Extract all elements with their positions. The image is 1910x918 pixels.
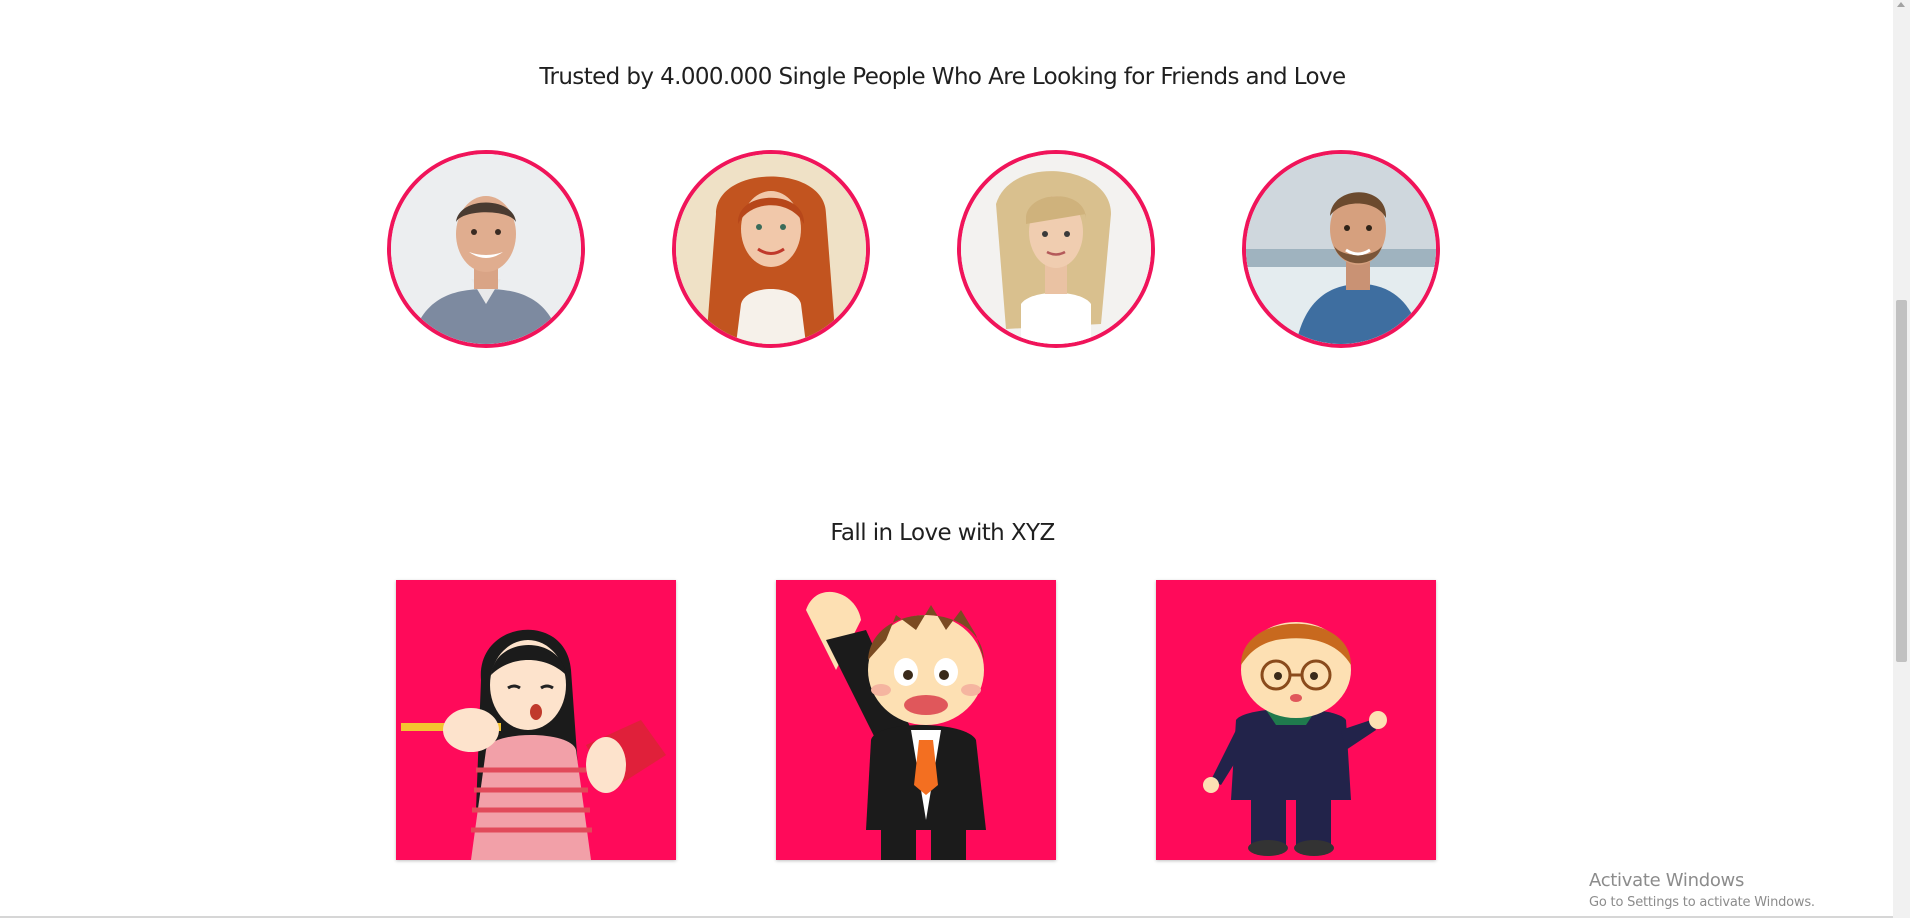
man-smiling-photo-icon	[391, 154, 581, 344]
member-avatar-1[interactable]	[387, 150, 585, 348]
member-avatar-3[interactable]	[957, 150, 1155, 348]
watermark-title: Activate Windows	[1589, 870, 1745, 891]
love-section-title: Fall in Love with XYZ	[830, 520, 1055, 546]
scroll-thumb[interactable]	[1896, 300, 1907, 662]
boy-with-glasses-illustration-icon	[1156, 580, 1436, 860]
scroll-up-arrow-icon[interactable]	[1897, 2, 1905, 7]
red-haired-woman-photo-icon	[676, 154, 866, 344]
girl-with-book-illustration-icon	[396, 580, 676, 860]
man-beach-photo-icon	[1246, 154, 1436, 344]
waving-businessman-illustration-icon	[776, 580, 1056, 860]
blonde-woman-photo-icon	[961, 154, 1151, 344]
member-avatar-4[interactable]	[1242, 150, 1440, 348]
feature-card-3[interactable]	[1156, 580, 1436, 860]
feature-card-1[interactable]	[396, 580, 676, 860]
feature-card-2[interactable]	[776, 580, 1056, 860]
vertical-scrollbar[interactable]	[1893, 0, 1910, 918]
watermark-subtitle: Go to Settings to activate Windows.	[1589, 895, 1815, 910]
trusted-section-title: Trusted by 4.000.000 Single People Who A…	[539, 64, 1346, 90]
member-avatar-2[interactable]	[672, 150, 870, 348]
os-activation-watermark: Activate Windows Go to Settings to activ…	[1589, 870, 1815, 910]
